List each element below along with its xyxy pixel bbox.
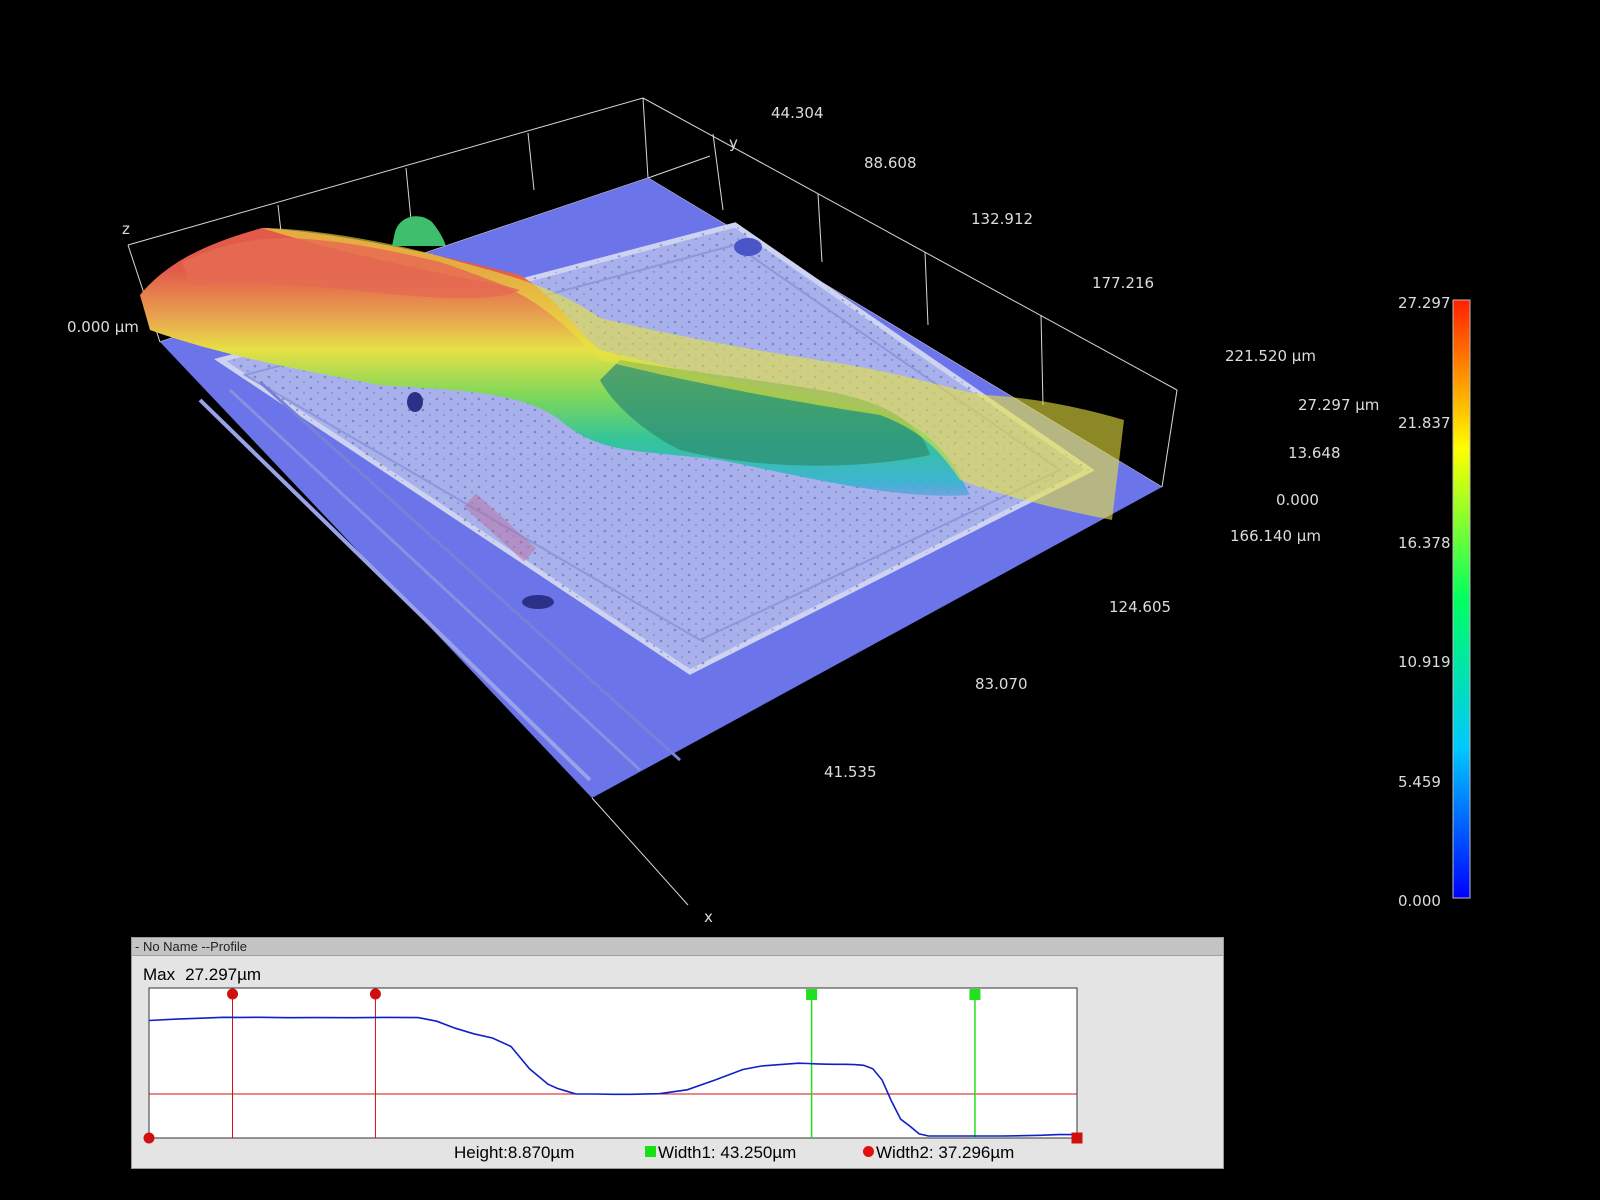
colorbar-gradient: [1452, 299, 1471, 899]
profile-panel[interactable]: - No Name --Profile Max 27.297µm Height:8…: [131, 937, 1224, 1169]
y-tick-label: 132.912: [971, 210, 1033, 228]
z-tick-label: 13.648: [1288, 444, 1341, 462]
colorbar-label: 5.459: [1398, 773, 1441, 791]
profile-readouts: Height:8.870µm Width1: 43.250µm Width2: …: [132, 1143, 1223, 1165]
x-tick-label: 83.070: [975, 675, 1028, 693]
colorbar-label: 0.000: [1398, 892, 1441, 910]
y-tick-label: 44.304: [771, 104, 824, 122]
width2-marker-icon: [863, 1146, 874, 1157]
colorbar-label: 21.837: [1398, 414, 1451, 432]
measurement-window: { "view3d": { "x_axis_title": "x", "y_ax…: [0, 0, 1600, 1200]
colorbar-label: 10.919: [1398, 653, 1451, 671]
width2-readout: Width2: 37.296µm: [863, 1143, 1014, 1163]
x-tick-label: 41.535: [824, 763, 877, 781]
width2-label: Width2:: [876, 1143, 934, 1162]
width1-marker-icon: [645, 1146, 656, 1157]
colorbar-label: 16.378: [1398, 534, 1451, 552]
profile-plot[interactable]: [132, 938, 1225, 1170]
z-tick-label: 27.297 µm: [1298, 396, 1379, 414]
colorbar-label: 27.297: [1398, 294, 1451, 312]
width-cursor-handle[interactable]: [806, 989, 818, 1000]
x-tick-label: 124.605: [1109, 598, 1171, 616]
width2-value: 37.296µm: [938, 1143, 1015, 1162]
height-readout: Height:8.870µm: [454, 1143, 574, 1163]
x-tick-label: 166.140 µm: [1230, 527, 1321, 545]
origin-label: 0.000 µm: [67, 318, 139, 336]
profile-end-marker: [1071, 1132, 1083, 1144]
height-cursor-handle[interactable]: [369, 988, 381, 1000]
height-value: 8.870µm: [507, 1143, 575, 1162]
y-tick-label: 88.608: [864, 154, 917, 172]
z-tick-label: 0.000: [1276, 491, 1319, 509]
width1-label: Width1:: [658, 1143, 716, 1162]
y-tick-label: 177.216: [1092, 274, 1154, 292]
x-axis-title: x: [704, 908, 713, 926]
width1-value: 43.250µm: [720, 1143, 797, 1162]
profile-start-marker: [143, 1132, 155, 1144]
profile-plot-area: [148, 987, 1078, 1139]
z-axis-title: z: [122, 220, 130, 238]
width-cursor-handle[interactable]: [969, 989, 981, 1000]
width1-readout: Width1: 43.250µm: [645, 1143, 796, 1163]
color-scale-bar: 27.297 21.837 16.378 10.919 5.459 0.000: [1398, 294, 1471, 910]
y-axis-title: y: [729, 134, 738, 152]
height-label: Height:: [454, 1143, 508, 1162]
y-tick-label: 221.520 µm: [1225, 347, 1316, 365]
height-cursor-handle[interactable]: [227, 988, 239, 1000]
